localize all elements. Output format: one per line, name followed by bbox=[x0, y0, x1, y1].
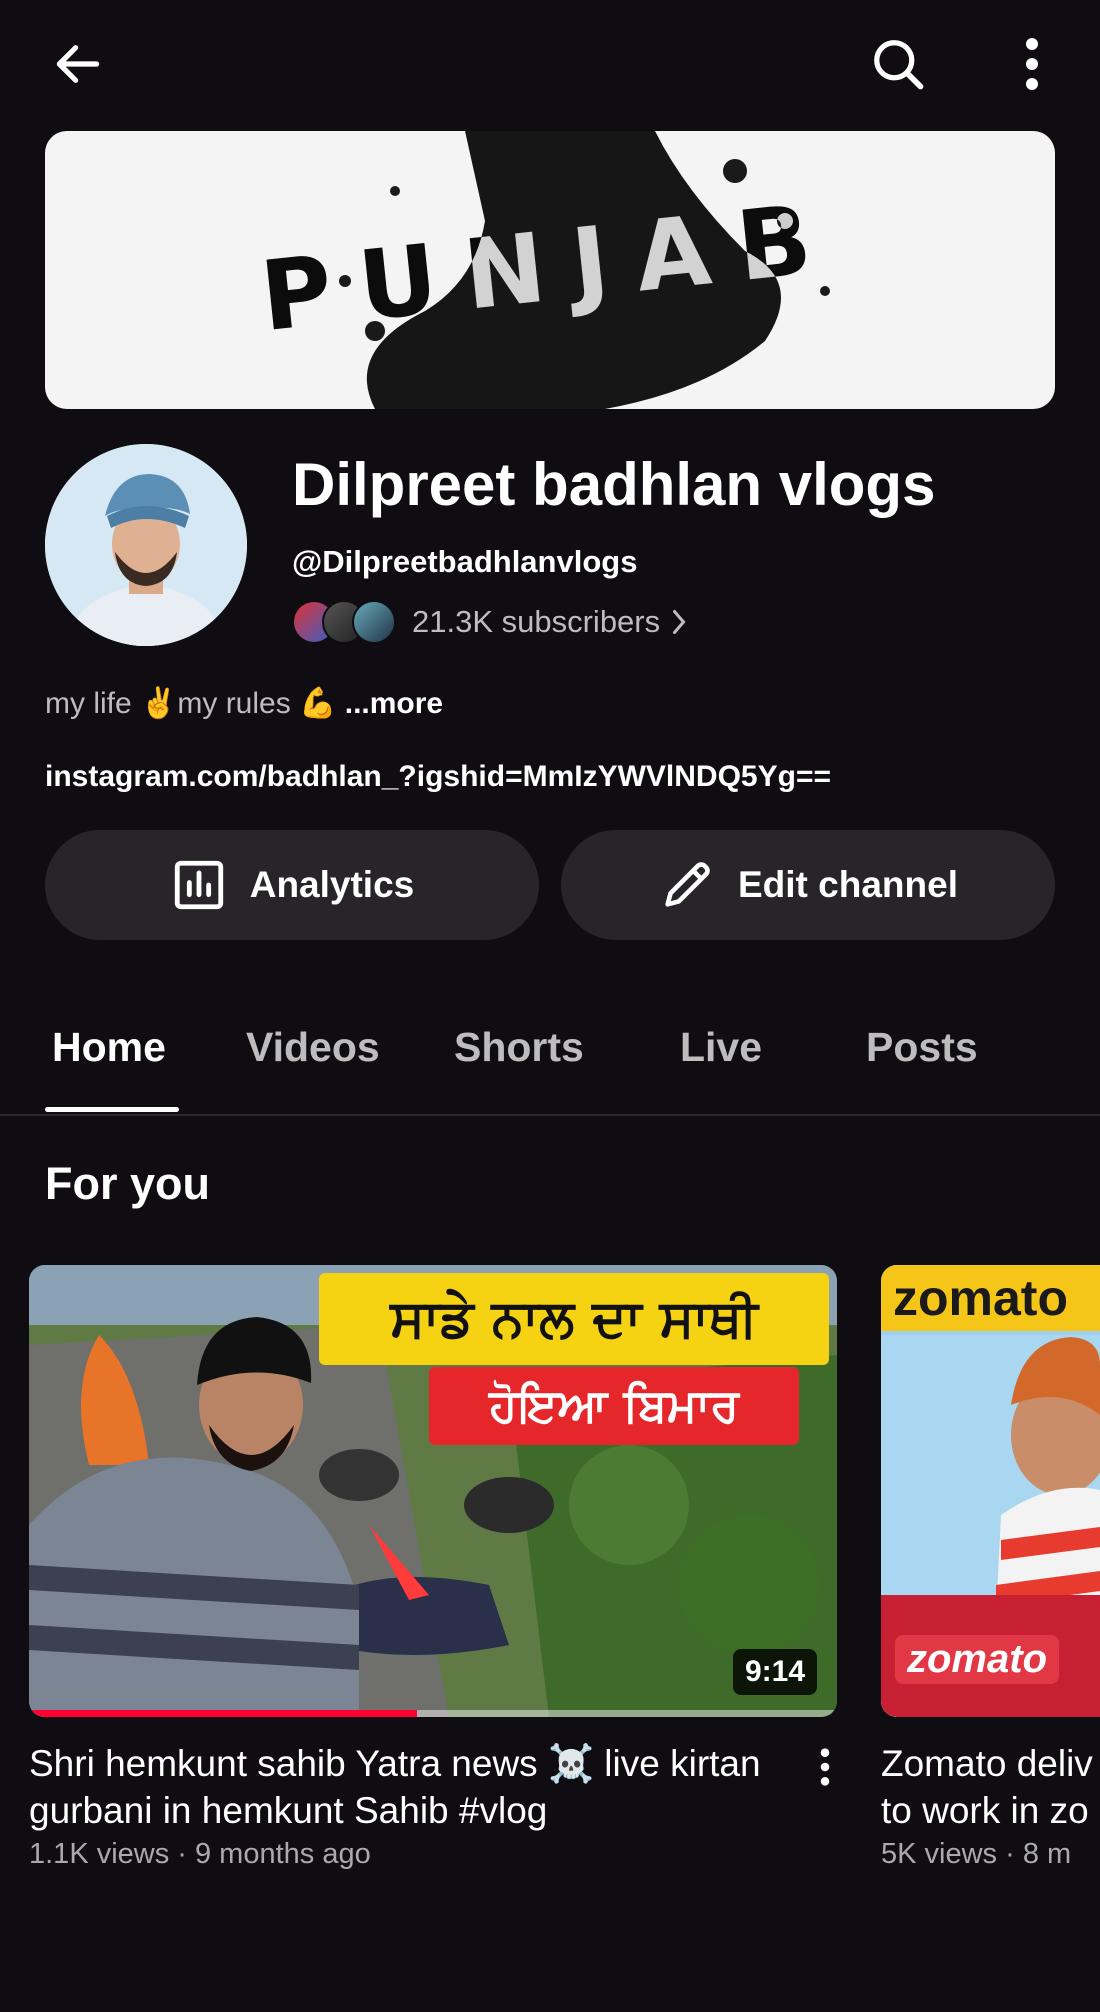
more-options-button[interactable] bbox=[996, 28, 1068, 100]
arrow-left-icon bbox=[56, 45, 100, 83]
analytics-icon bbox=[174, 860, 223, 910]
channel-description[interactable]: my life ✌️my rules 💪 ...more bbox=[45, 686, 443, 721]
thumbnail-brand-bottom: zomato bbox=[895, 1635, 1059, 1684]
video-duration: 9:14 bbox=[732, 1649, 817, 1695]
video-meta: 5K views · 8 m bbox=[881, 1838, 1072, 1870]
thumbnail-banner-red: ਹੋਇਆ ਬਿਮਾਰ bbox=[429, 1367, 799, 1445]
edit-channel-button[interactable]: Edit channel bbox=[561, 830, 1055, 940]
subscriber-count: 21.3K subscribers bbox=[412, 604, 661, 639]
tab-videos[interactable]: Videos bbox=[246, 1024, 380, 1071]
tabs-divider bbox=[0, 1114, 1100, 1116]
thumbnail-banner-yellow: ਸਾਡੇ ਨਾਲ ਦਾ ਸਾਥੀ bbox=[319, 1273, 829, 1365]
analytics-label: Analytics bbox=[249, 864, 415, 905]
avatar-portrait bbox=[45, 444, 247, 646]
thumbnail-text-line2: ਹੋਇਆ ਬਿਮਾਰ bbox=[489, 1378, 739, 1432]
more-link[interactable]: ...more bbox=[345, 687, 443, 720]
pencil-icon bbox=[665, 862, 710, 907]
back-button[interactable] bbox=[42, 28, 114, 100]
tab-shorts[interactable]: Shorts bbox=[454, 1024, 584, 1071]
video-thumbnail[interactable]: ਸਾਡੇ ਨਾਲ ਦਾ ਸਾਥੀ ਹੋਇਆ ਬਿਮਾਰ 9:14 bbox=[29, 1265, 837, 1717]
video-title[interactable]: Zomato deliv to work in zo bbox=[881, 1740, 1100, 1834]
search-icon bbox=[874, 40, 924, 90]
video-meta: 1.1K views · 9 months ago bbox=[29, 1838, 371, 1870]
channel-avatar[interactable] bbox=[45, 444, 247, 646]
active-tab-indicator bbox=[45, 1107, 179, 1112]
section-title: For you bbox=[45, 1158, 210, 1209]
channel-banner[interactable]: PUNJAB bbox=[45, 131, 1055, 409]
chevron-right-icon bbox=[673, 610, 686, 634]
video-thumbnail[interactable]: zomato zomato bbox=[881, 1265, 1100, 1717]
video-title[interactable]: Shri hemkunt sahib Yatra news ☠️ live ki… bbox=[29, 1740, 789, 1834]
tab-home[interactable]: Home bbox=[52, 1024, 166, 1071]
description-text: my life ✌️my rules 💪 bbox=[45, 687, 337, 720]
tab-live[interactable]: Live bbox=[680, 1024, 762, 1071]
search-button[interactable] bbox=[862, 28, 934, 100]
thumbnail-brand-top: zomato bbox=[881, 1265, 1100, 1331]
more-vertical-icon bbox=[1026, 38, 1038, 90]
subscriber-avatar bbox=[352, 600, 396, 644]
video-options-button[interactable] bbox=[790, 1732, 860, 1802]
channel-handle: @Dilpreetbadhlanvlogs bbox=[292, 544, 638, 579]
tab-posts[interactable]: Posts bbox=[866, 1024, 978, 1071]
thumbnail-text-line1: ਸਾਡੇ ਨਾਲ ਦਾ ਸਾਥੀ bbox=[390, 1288, 758, 1349]
analytics-button[interactable]: Analytics bbox=[45, 830, 539, 940]
more-vertical-icon bbox=[820, 1748, 830, 1786]
subscribers-row[interactable]: 21.3K subscribers bbox=[292, 600, 690, 644]
zomato-logo-text: zomato bbox=[893, 1270, 1068, 1326]
watch-progress-fill bbox=[29, 1710, 417, 1717]
channel-link[interactable]: instagram.com/badhlan_?igshid=MmIzYWVlND… bbox=[45, 760, 831, 794]
zomato-bag-text: zomato bbox=[907, 1637, 1047, 1681]
channel-name: Dilpreet badhlan vlogs bbox=[292, 451, 936, 518]
edit-channel-label: Edit channel bbox=[738, 864, 958, 905]
